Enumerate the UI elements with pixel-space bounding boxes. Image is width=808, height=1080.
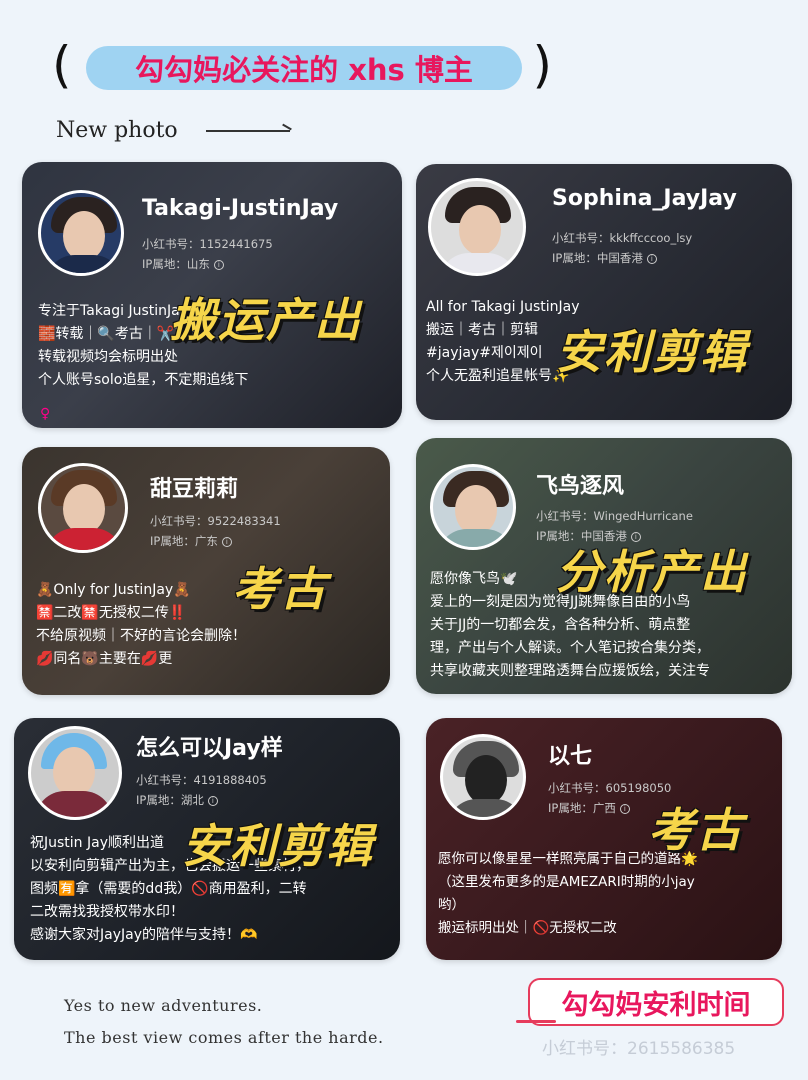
avatar[interactable] [428, 178, 526, 276]
bio-line: 搬运标明出处｜🚫无授权二改 [438, 920, 617, 936]
category-stamp: 安利剪辑 [182, 819, 374, 873]
bio-line: 关于JJ的一切都会发，含各种分析、萌点整 [430, 617, 691, 633]
bio-line: 🧸Only for JustinJay🧸 [36, 582, 191, 598]
bio-line: 💋同名🐻主要在💋更 [36, 651, 173, 667]
account-id: 小红书号：4191888405 [136, 773, 267, 787]
ip-location: IP属地：广东 [150, 534, 218, 548]
category-stamp: 考古 [648, 803, 744, 857]
profile-card-yiqi[interactable]: 以七 小红书号：605198050 IP属地：广西 i 愿你可以像星星一样照亮属于… [426, 718, 782, 960]
ip-location: IP属地：广西 [548, 801, 616, 815]
avatar[interactable] [440, 734, 526, 820]
info-icon[interactable]: i [207, 795, 218, 806]
username: 甜豆莉莉 [150, 477, 239, 502]
title-paren-right: ) [532, 36, 552, 94]
bio-line: （这里发布更多的是AMEZARI时期的小jay [438, 874, 695, 890]
account-meta: 小红书号：4191888405 IP属地：湖北 i [136, 770, 267, 810]
footer-line-2: The best view comes after the harde. [64, 1028, 384, 1047]
avatar[interactable] [38, 463, 128, 553]
category-stamp: 考古 [232, 562, 328, 616]
username: Sophina_JayJay [552, 186, 737, 211]
profile-card-takagi-justinjay[interactable]: Takagi-JustinJay 小红书号：1152441675 IP属地：山东… [22, 162, 402, 428]
bio-line: 理，产出与个人解读。个人笔记按合集分类， [430, 640, 710, 656]
ip-location: IP属地：山东 [142, 257, 210, 271]
account-meta: 小红书号：9522483341 IP属地：广东 i [150, 511, 281, 551]
username: 怎么可以Jay样 [136, 736, 283, 761]
avatar[interactable] [38, 190, 124, 276]
account-meta: 小红书号：kkkffcccoo_lsy IP属地：中国香港 i [552, 228, 692, 268]
new-photo-label: New photo [56, 118, 178, 143]
footer-line-1: Yes to new adventures. [64, 996, 263, 1015]
bio-line: 不给原视频｜不好的言论会删除！ [36, 628, 246, 644]
category-stamp: 分析产出 [556, 545, 748, 599]
username: 飞鸟逐风 [536, 474, 625, 499]
title-paren-left: ( [52, 36, 72, 94]
signature-badge: 勾勾妈安利时间 [528, 978, 784, 1026]
account-id: 小红书号：WingedHurricane [536, 509, 693, 523]
account-id: 小红书号：kkkffcccoo_lsy [552, 231, 693, 245]
bio-line: 感谢大家对JayJay的陪伴与支持！🫶 [30, 927, 258, 943]
bio-line: 二改需找我授权带水印！ [30, 904, 184, 920]
account-id: 小红书号：9522483341 [150, 514, 281, 528]
username: 以七 [548, 744, 593, 769]
account-id: 小红书号：1152441675 [142, 237, 273, 251]
bio-line: 🈲二改🈲无授权二传‼️ [36, 605, 187, 621]
avatar[interactable] [28, 726, 122, 820]
profile-card-feiniaozhufeng[interactable]: 飞鸟逐风 小红书号：WingedHurricane IP属地：中国香港 i 愿你像… [416, 438, 792, 694]
category-stamp: 安利剪辑 [556, 325, 748, 379]
bio-line: 共享收藏夹则整理路透舞台应援饭绘，关注专 [430, 663, 710, 679]
username: Takagi-JustinJay [142, 196, 339, 221]
arrow-right-icon [206, 130, 290, 132]
profile-card-zenmekeyi-jayyang[interactable]: 怎么可以Jay样 小红书号：4191888405 IP属地：湖北 i 祝Justi… [14, 718, 400, 960]
title-block: ( 勾勾妈必关注的 xhs 博主 ) [52, 34, 552, 104]
signature-underline [516, 1020, 556, 1023]
page-title: 勾勾妈必关注的 xhs 博主 [86, 46, 522, 90]
info-icon[interactable]: i [221, 536, 232, 547]
gender-female-icon: ♀ [40, 406, 51, 422]
bio: 🧸Only for JustinJay🧸 🈲二改🈲无授权二传‼️ 不给原视频｜不… [36, 579, 246, 671]
bio: 愿你可以像星星一样照亮属于自己的道路🌟 （这里发布更多的是AMEZARI时期的小… [438, 848, 698, 940]
category-stamp: 搬运产出 [170, 293, 362, 347]
info-icon[interactable]: i [646, 253, 657, 264]
account-meta: 小红书号：1152441675 IP属地：山东 i [142, 234, 273, 274]
ip-location: IP属地：湖北 [136, 793, 204, 807]
profile-card-sophina-jayjay[interactable]: Sophina_JayJay 小红书号：kkkffcccoo_lsy IP属地：… [416, 164, 792, 420]
watermark: 小红书号：2615586385 [542, 1039, 736, 1059]
profile-card-tiandoulili[interactable]: 甜豆莉莉 小红书号：9522483341 IP属地：广东 i 🧸Only for … [22, 447, 390, 695]
info-icon[interactable]: i [619, 803, 630, 814]
bio-line: 个人账号solo追星，不定期追线下 [38, 372, 249, 388]
bio-line: 哟） [438, 897, 465, 913]
info-icon[interactable]: i [213, 259, 224, 270]
bio-line: 图频🈶拿（需要的dd我）🚫商用盈利，二转 [30, 881, 307, 897]
avatar[interactable] [430, 464, 516, 550]
ip-location: IP属地：中国香港 [552, 251, 643, 265]
